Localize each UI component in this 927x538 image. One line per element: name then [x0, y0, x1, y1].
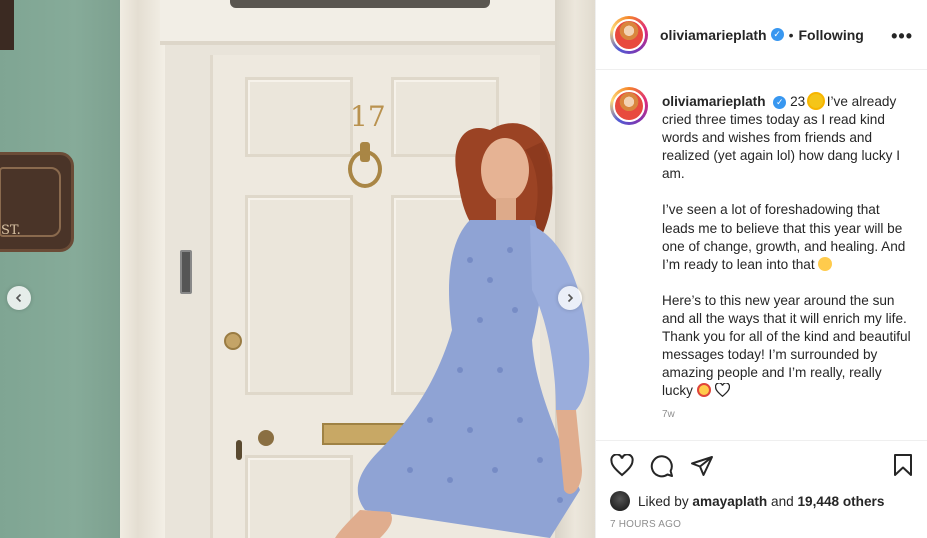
door-transom: [160, 0, 560, 45]
sun-emoji-icon: [808, 94, 823, 108]
star-struck-emoji-icon: [696, 383, 711, 398]
street-plaque: ST.: [0, 152, 74, 252]
liked-and: and: [771, 493, 794, 509]
action-icons: [610, 451, 913, 481]
keyhole: [236, 440, 242, 460]
caption-row: oliviamarieplath ✓ 23 I’ve already cried…: [610, 87, 911, 425]
door-knob: [258, 430, 274, 446]
post-timestamp[interactable]: 7 HOURS AGO: [610, 519, 913, 530]
ellipsis-icon[interactable]: •••: [891, 26, 913, 47]
comment-icon[interactable]: [650, 454, 674, 478]
likes-count[interactable]: 19,448 others: [797, 494, 884, 509]
liked-user[interactable]: amayaplath: [692, 494, 767, 509]
doorbell: [180, 250, 192, 294]
comments-section[interactable]: oliviamarieplath ✓ 23 I’ve already cried…: [596, 71, 927, 440]
liked-by-prefix: Liked by: [638, 493, 689, 509]
grimacing-emoji-icon: [818, 256, 833, 271]
liker-avatar[interactable]: [610, 491, 630, 511]
green-wall: [0, 0, 125, 538]
share-icon[interactable]: [690, 454, 714, 478]
wall-plaque-top: [0, 0, 14, 50]
following-button[interactable]: Following: [799, 27, 864, 43]
woman-figure: [335, 123, 590, 538]
post-sidebar: oliviamarieplath ✓ • Following ••• olivi…: [595, 0, 927, 538]
post-photo[interactable]: ST. 17: [0, 0, 595, 538]
likes-summary[interactable]: Liked by amayaplath and 19,448 others: [610, 491, 913, 511]
heart-icon[interactable]: [610, 454, 634, 478]
caption-part-2: I’ve seen a lot of foreshadowing that le…: [662, 202, 906, 272]
plaque-text: ST.: [1, 223, 21, 238]
post-header: oliviamarieplath ✓ • Following •••: [596, 0, 927, 70]
bookmark-icon[interactable]: [891, 453, 915, 477]
white-heart-emoji-icon: [714, 383, 730, 398]
header-username[interactable]: oliviamarieplath: [660, 27, 767, 43]
caption-age: 23: [790, 94, 809, 109]
verified-badge-icon: ✓: [770, 28, 784, 41]
profile-avatar[interactable]: [610, 15, 648, 54]
door-lock: [224, 332, 242, 350]
carousel-next-button[interactable]: [558, 286, 582, 310]
caption-time: 7w: [662, 409, 675, 421]
caption-username[interactable]: oliviamarieplath: [662, 94, 766, 109]
caption-text: oliviamarieplath ✓ 23 I’ve already cried…: [662, 93, 911, 425]
caption-part-3: Here’s to this new year around the sun a…: [662, 292, 911, 399]
caption-avatar[interactable]: [610, 87, 648, 125]
chevron-left-icon: [15, 293, 22, 303]
action-bar: Liked by amayaplath and 19,448 others 7 …: [596, 440, 927, 538]
door-frame-left: [120, 0, 165, 538]
chevron-right-icon: [567, 293, 574, 303]
verified-badge-icon: ✓: [773, 96, 787, 109]
separator-dot: •: [788, 26, 794, 43]
carousel-prev-button[interactable]: [7, 286, 31, 310]
